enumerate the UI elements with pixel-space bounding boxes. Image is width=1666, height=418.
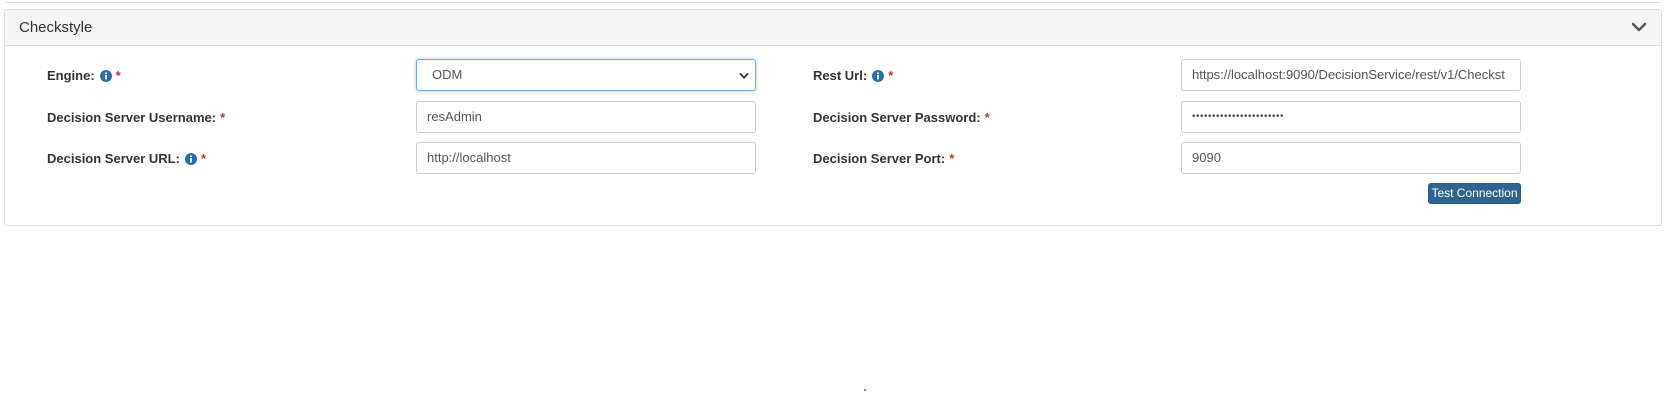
stray-dot — [864, 389, 866, 391]
engine-select[interactable]: ODM — [416, 59, 756, 91]
username-input[interactable]: resAdmin — [416, 101, 756, 133]
rest-url-input[interactable]: https://localhost:9090/DecisionService/r… — [1181, 59, 1521, 91]
password-label: Decision Server Password: * — [813, 110, 990, 125]
required-marker: * — [115, 68, 121, 83]
info-icon[interactable] — [184, 152, 197, 165]
rest-url-label: Rest Url: * — [813, 68, 893, 83]
password-label-text: Decision Server Password: — [813, 110, 981, 125]
engine-select-value: ODM — [432, 67, 463, 82]
info-icon[interactable] — [99, 69, 112, 82]
rest-url-label-text: Rest Url: — [813, 68, 868, 83]
info-icon[interactable] — [872, 69, 885, 82]
required-marker: * — [888, 68, 894, 83]
port-label-text: Decision Server Port: — [813, 151, 946, 166]
chevron-down-icon[interactable] — [1631, 19, 1647, 35]
server-url-label: Decision Server URL: * — [47, 151, 206, 166]
engine-label: Engine: * — [47, 68, 121, 83]
server-url-label-text: Decision Server URL: — [47, 151, 180, 166]
port-input[interactable]: 9090 — [1181, 142, 1521, 174]
test-connection-button[interactable]: Test Connection — [1428, 183, 1521, 204]
username-label: Decision Server Username: * — [47, 110, 225, 125]
required-marker: * — [220, 110, 226, 125]
username-label-text: Decision Server Username: — [47, 110, 217, 125]
top-divider — [5, 0, 1661, 3]
server-url-input[interactable]: http://localhost — [416, 142, 756, 174]
engine-label-text: Engine: — [47, 68, 95, 83]
password-input[interactable]: ••••••••••••••••••••••• — [1181, 101, 1521, 133]
required-marker: * — [200, 151, 206, 166]
required-marker: * — [949, 151, 955, 166]
panel-title: Checkstyle — [19, 19, 93, 36]
panel-heading[interactable]: Checkstyle — [5, 10, 1661, 46]
required-marker: * — [984, 110, 990, 125]
port-label: Decision Server Port: * — [813, 151, 954, 166]
chevron-down-icon — [739, 73, 749, 79]
